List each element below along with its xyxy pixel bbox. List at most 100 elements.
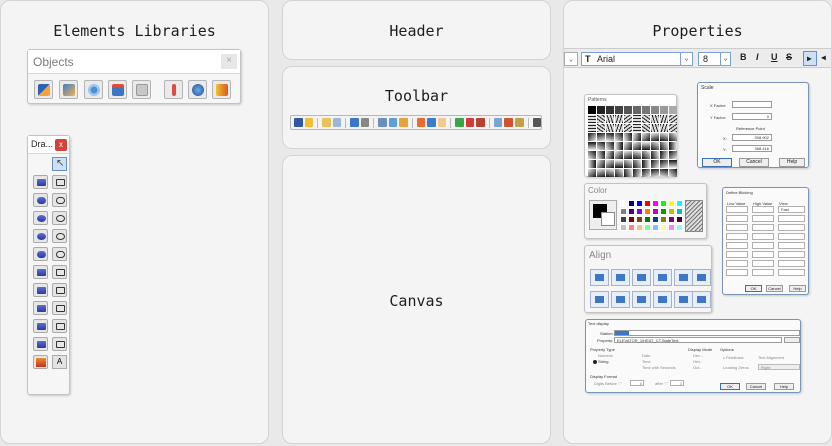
scale-cancel-button[interactable]: Cancel [739, 158, 769, 167]
view-cell[interactable] [778, 215, 805, 222]
background-swatch[interactable] [601, 212, 615, 226]
pattern-swatch[interactable] [615, 151, 623, 159]
color-swatch[interactable] [620, 216, 627, 223]
draw-pointer-tool[interactable]: ↖ [52, 157, 67, 171]
color-swatch[interactable] [676, 224, 683, 231]
pattern-swatch[interactable] [588, 124, 596, 132]
date-checkbox[interactable]: Date [642, 353, 650, 358]
pattern-swatch[interactable] [588, 160, 596, 168]
scale-ok-button[interactable]: OK [702, 158, 732, 167]
blinking-ok-button[interactable]: OK [745, 285, 762, 292]
draw-tool-polyline[interactable] [52, 319, 67, 333]
pattern-swatch[interactable] [597, 115, 605, 123]
pattern-swatch[interactable] [669, 115, 677, 123]
pattern-swatch[interactable] [660, 160, 668, 168]
color-swatch[interactable] [644, 224, 651, 231]
color-swatch[interactable] [660, 208, 667, 215]
pattern-swatch[interactable] [660, 133, 668, 141]
objects-close-button[interactable]: × [221, 54, 237, 69]
pattern-swatch[interactable] [651, 142, 659, 150]
draw-tool-half[interactable] [52, 247, 67, 261]
scale-help-button[interactable]: Help [779, 158, 805, 167]
low-value-cell[interactable] [726, 242, 748, 249]
objects-item-group[interactable] [132, 80, 151, 99]
draw-tool-file[interactable] [33, 337, 48, 351]
pattern-swatch[interactable] [669, 133, 677, 141]
draw-tool-circle[interactable] [52, 211, 67, 225]
draw-tool-nodes[interactable] [52, 337, 67, 351]
pattern-swatch[interactable] [642, 151, 650, 159]
pattern-swatch[interactable] [624, 169, 632, 177]
draw-tool-rounded[interactable] [52, 193, 67, 207]
pattern-swatch[interactable] [597, 160, 605, 168]
x-factor-field[interactable] [732, 101, 772, 108]
color-swatch[interactable] [652, 200, 659, 207]
high-value-cell[interactable] [752, 251, 774, 258]
low-value-cell[interactable] [726, 251, 748, 258]
pattern-swatch[interactable] [633, 133, 641, 141]
color-swatch[interactable] [644, 216, 651, 223]
color-swatch[interactable] [628, 216, 635, 223]
color-swatch[interactable] [652, 224, 659, 231]
bug-icon[interactable] [476, 118, 485, 127]
new-icon[interactable] [304, 118, 314, 127]
draw-close-button[interactable]: x [55, 139, 67, 151]
leading-zeros-checkbox[interactable]: Leading Zeros [723, 365, 749, 370]
y-factor-field[interactable]: 0 [732, 113, 772, 120]
color-swatch[interactable] [628, 224, 635, 231]
draw-tool-rect[interactable] [52, 175, 67, 189]
dec-radio[interactable]: Dec... [693, 353, 703, 358]
left-dropdown[interactable]: ⌄ [564, 52, 578, 66]
objects-item-gear[interactable] [84, 80, 103, 99]
digits-before-field[interactable]: 6 [630, 380, 644, 386]
pattern-swatch[interactable] [615, 133, 623, 141]
pattern-swatch[interactable] [669, 142, 677, 150]
color-swatch[interactable] [620, 224, 627, 231]
pattern-swatch[interactable] [669, 106, 677, 114]
pattern-swatch[interactable] [615, 115, 623, 123]
blinking-help-button[interactable]: Help [789, 285, 806, 292]
text-alignment-select[interactable]: Right [758, 364, 800, 370]
color-swatch[interactable] [620, 208, 627, 215]
pattern-swatch[interactable] [597, 169, 605, 177]
low-value-cell[interactable] [726, 233, 748, 240]
pattern-swatch[interactable] [651, 160, 659, 168]
objects-item-warning[interactable] [34, 80, 53, 99]
low-value-cell[interactable] [726, 260, 748, 267]
color-swatch[interactable] [668, 208, 675, 215]
pattern-swatch[interactable] [633, 151, 641, 159]
draw-tool-tag[interactable] [52, 265, 67, 279]
blinking-cancel-button[interactable]: Cancel [766, 285, 783, 292]
pattern-swatch[interactable] [660, 106, 668, 114]
pattern-swatch[interactable] [606, 124, 614, 132]
oct-radio[interactable]: Oct... [693, 365, 703, 370]
pattern-swatch[interactable] [615, 169, 623, 177]
station-select[interactable] [614, 330, 800, 336]
color-swatch[interactable] [668, 224, 675, 231]
run-icon[interactable] [455, 118, 464, 127]
pattern-swatch[interactable] [624, 133, 632, 141]
font-select[interactable]: T Arial ⌄ [581, 52, 693, 66]
high-value-cell[interactable] [752, 242, 774, 249]
color-swatch[interactable] [620, 200, 627, 207]
color-swatch[interactable] [636, 200, 643, 207]
pattern-swatch[interactable] [651, 169, 659, 177]
pattern-swatch[interactable] [597, 133, 605, 141]
pattern-swatch[interactable] [642, 169, 650, 177]
pattern-swatch[interactable] [660, 124, 668, 132]
color-swatch[interactable] [676, 208, 683, 215]
pattern-swatch[interactable] [669, 151, 677, 159]
color-swatch[interactable] [676, 216, 683, 223]
view-cell[interactable] [778, 242, 805, 249]
hand-icon[interactable] [437, 118, 447, 127]
after-field[interactable]: 3 [670, 380, 684, 386]
italic-button[interactable]: I [756, 52, 759, 62]
pattern-swatch[interactable] [642, 160, 650, 168]
pattern-swatch[interactable] [624, 124, 632, 132]
copy-icon[interactable] [332, 118, 342, 127]
pattern-swatch[interactable] [642, 142, 650, 150]
objects-item-image[interactable] [108, 80, 127, 99]
pattern-swatch[interactable] [642, 115, 650, 123]
pattern-swatch[interactable] [606, 169, 614, 177]
pattern-swatch[interactable] [651, 106, 659, 114]
